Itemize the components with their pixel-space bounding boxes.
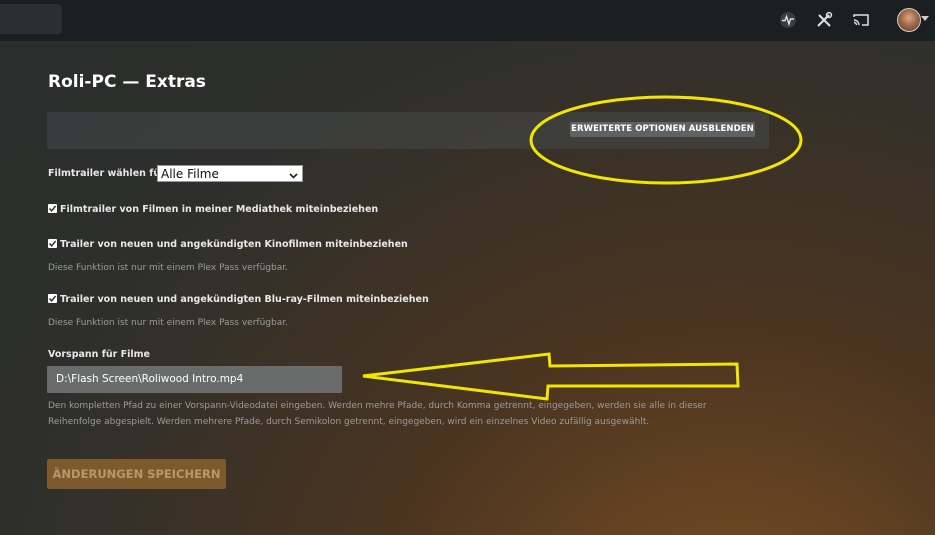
save-changes-button[interactable]: ÄNDERUNGEN SPEICHERN [47, 459, 226, 489]
search-input[interactable] [0, 4, 62, 34]
preroll-label: Vorspann für Filme [48, 349, 150, 360]
library-trailers-label: Filmtrailer von Filmen in meiner Mediath… [60, 204, 379, 215]
plex-pass-note: Diese Funktion ist nur mit einem Plex Pa… [48, 263, 288, 273]
chevron-down-icon[interactable] [921, 16, 929, 21]
preroll-help-text-line2: Reihenfolge abgespielt. Werden mehrere P… [48, 417, 650, 427]
trailer-select[interactable]: Alle Filme [157, 165, 303, 182]
chevron-down-icon [289, 169, 298, 186]
library-trailers-checkbox[interactable] [48, 204, 57, 213]
preroll-help-text-line1: Den kompletten Pfad zu einer Vorspann-Vi… [48, 401, 707, 411]
cinema-trailers-checkbox[interactable] [48, 239, 57, 248]
tools-icon[interactable] [813, 9, 835, 31]
hide-advanced-options-button[interactable]: ERWEITERTE OPTIONEN AUSBLENDEN [570, 122, 755, 137]
trailer-select-label: Filmtrailer wählen für [48, 168, 165, 179]
bluray-trailers-checkbox[interactable] [48, 294, 57, 303]
annotation-arrow [362, 352, 740, 401]
checkmark-icon [48, 240, 57, 247]
cinema-trailers-label: Trailer von neuen und angekündigten Kino… [60, 239, 408, 250]
preroll-path-input[interactable]: D:\Flash Screen\Roliwood Intro.mp4 [47, 366, 342, 393]
trailer-select-value: Alle Filme [161, 167, 219, 181]
bluray-trailers-label: Trailer von neuen und angekündigten Blu-… [60, 294, 429, 305]
checkmark-icon [48, 295, 57, 302]
page-title: Roli-PC — Extras [48, 72, 206, 92]
plex-pass-note: Diese Funktion ist nur mit einem Plex Pa… [48, 318, 288, 328]
user-avatar[interactable] [897, 8, 921, 32]
cast-icon[interactable] [850, 9, 872, 31]
checkmark-icon [48, 205, 57, 212]
activity-icon[interactable] [777, 9, 799, 31]
top-navigation-bar [0, 0, 935, 41]
